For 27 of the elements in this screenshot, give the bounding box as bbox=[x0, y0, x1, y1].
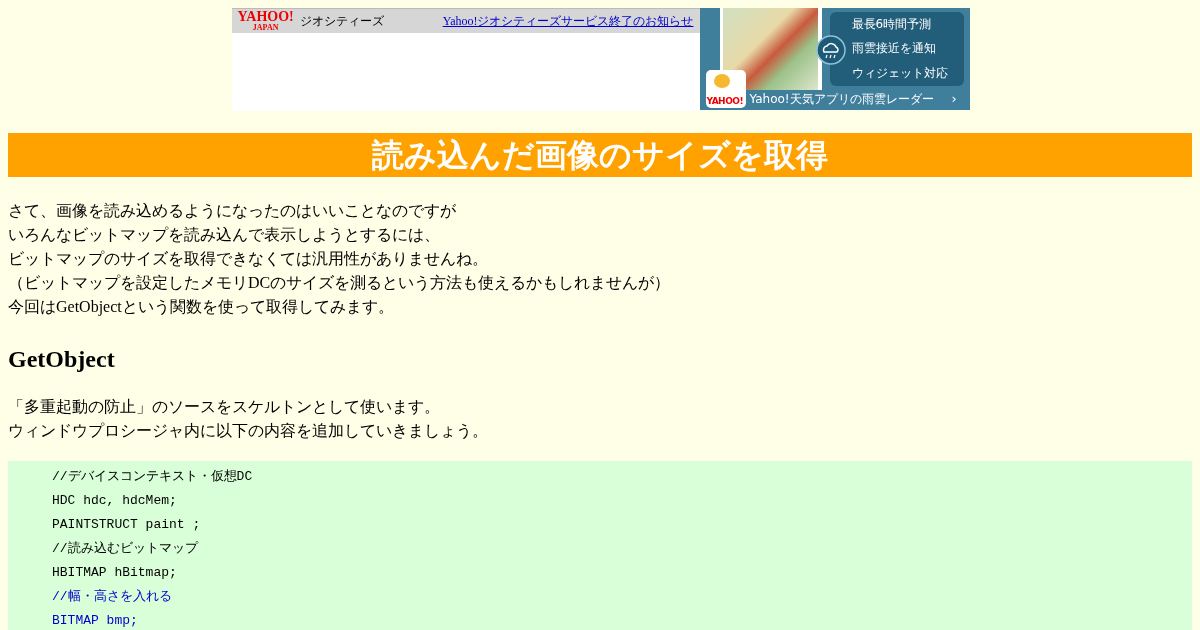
section-heading: GetObject bbox=[8, 345, 116, 373]
feature-label: ウィジェット対応 bbox=[851, 65, 949, 83]
code-line: PAINTSTRUCT paint ; bbox=[52, 516, 202, 534]
paragraph-line: （ビットマップを設定したメモリDCのサイズを測るという方法も使えるかもしれませんが） bbox=[8, 273, 672, 293]
app-icon: YAHOO! bbox=[705, 70, 746, 108]
paragraph-line: いろんなビットマップを読み込んで表示しようとするには、 bbox=[8, 225, 441, 245]
paragraph-line: 今回はGetObjectという関数を使って取得してみます。 bbox=[8, 297, 395, 318]
page-title: 読み込んだ画像のサイズを取得 bbox=[8, 133, 1192, 177]
code-line: //幅・高さを入れる bbox=[52, 588, 173, 606]
code-line: //デバイスコンテキスト・仮想DC bbox=[52, 468, 254, 486]
feature-label: 最長6時間予測 bbox=[851, 15, 933, 33]
code-line: HDC hdc, hdcMem; bbox=[52, 492, 178, 510]
ad-caption: Yahoo!天気アプリの雨雲レーダー bbox=[749, 91, 934, 108]
paragraph-line: さて、画像を読み込めるようになったのはいいことなのですが bbox=[8, 201, 457, 221]
code-line: BITMAP bmp; bbox=[52, 612, 139, 630]
code-line: //読み込むビットマップ bbox=[52, 540, 200, 558]
chevron-icon: › bbox=[951, 90, 957, 108]
service-name: ジオシティーズ bbox=[299, 12, 384, 30]
code-line: HBITMAP hBitmap; bbox=[52, 564, 178, 582]
paragraph-line: 「多重起動の防止」のソースをスケルトンとして使います。 bbox=[8, 397, 441, 417]
feature-label: 雨雲接近を通知 bbox=[851, 40, 937, 58]
paragraph-line: ビットマップのサイズを取得できなくては汎用性がありませんね。 bbox=[8, 249, 489, 269]
logo: YAHOO! JAPAN bbox=[237, 10, 294, 32]
paragraph-line: ウィンドウプロシージャ内に以下の内容を追加していきましょう。 bbox=[8, 421, 489, 441]
notice-link[interactable]: Yahoo!ジオシティーズサービス終了のお知らせ bbox=[442, 12, 694, 30]
weather-ad[interactable]: 最長6時間予測 雨雲接近を通知 ウィジェット対応 YAHOO! Yahoo!天気アプリの雨雲レーダー › bbox=[699, 8, 970, 110]
rain-cloud-icon bbox=[815, 35, 846, 65]
